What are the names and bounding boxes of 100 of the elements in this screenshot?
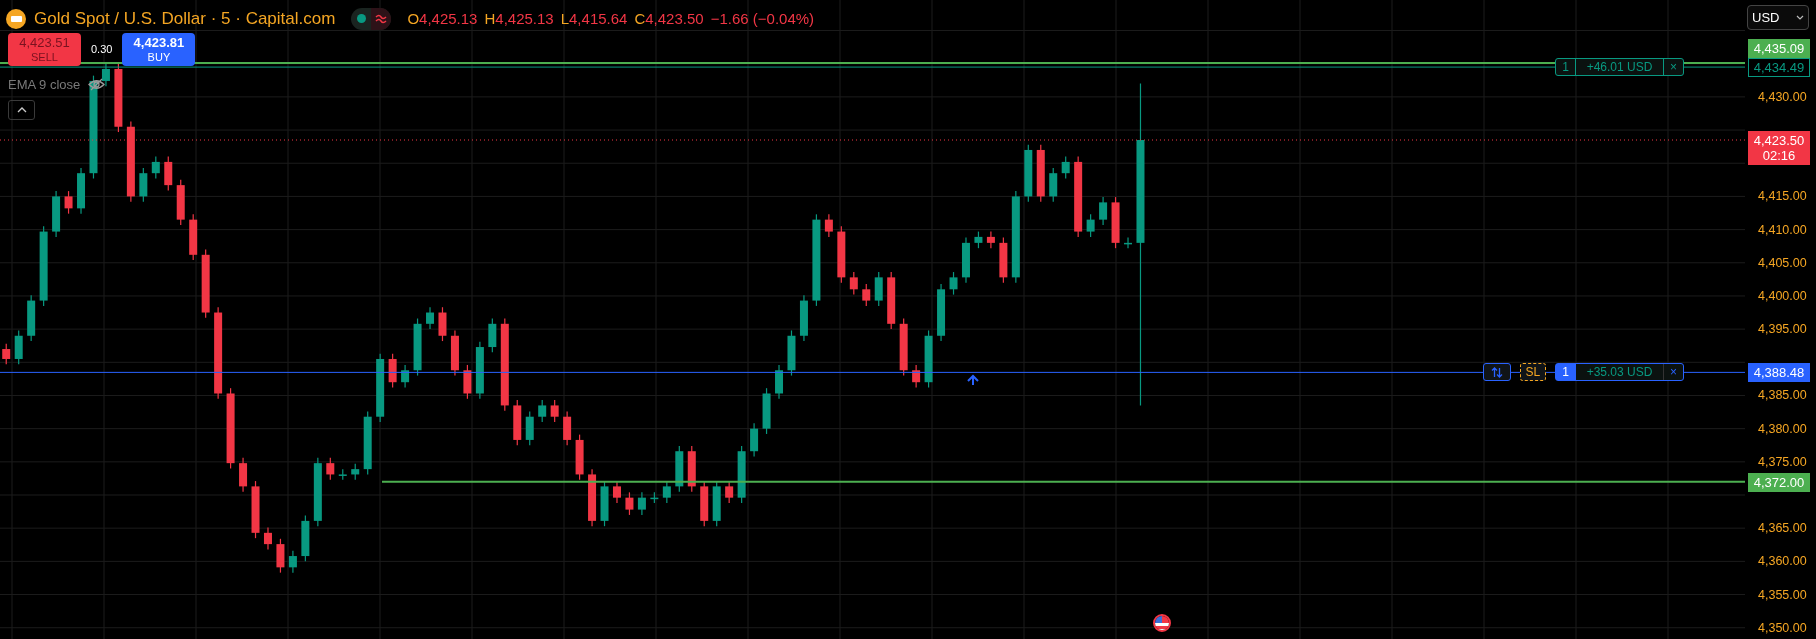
candle bbox=[463, 364, 472, 400]
candle bbox=[114, 63, 123, 133]
candle bbox=[912, 364, 921, 389]
candle bbox=[799, 294, 808, 342]
swap-arrows-icon bbox=[1490, 366, 1503, 378]
candle bbox=[588, 468, 597, 527]
candle bbox=[712, 480, 721, 527]
candle bbox=[139, 167, 148, 203]
candle bbox=[1099, 196, 1108, 226]
candle bbox=[1024, 144, 1033, 203]
candle bbox=[874, 271, 883, 307]
candle bbox=[575, 434, 584, 481]
candle bbox=[401, 364, 410, 389]
candle bbox=[313, 457, 322, 527]
candle bbox=[376, 353, 385, 423]
candle bbox=[351, 463, 360, 481]
candle bbox=[1086, 213, 1095, 238]
candle bbox=[899, 317, 908, 377]
coin-icon bbox=[6, 8, 26, 29]
candle bbox=[700, 480, 709, 527]
price-label: 4,435.09 bbox=[1748, 39, 1810, 59]
flag-icon bbox=[1153, 614, 1171, 632]
order-pnl: +35.03 USD bbox=[1576, 364, 1664, 381]
candle bbox=[189, 213, 198, 261]
sell-button[interactable]: 4,423.51 SELL bbox=[8, 33, 81, 66]
candle bbox=[64, 190, 73, 215]
candle bbox=[637, 491, 646, 516]
symbol-title: Gold Spot / U.S. Dollar · 5 · Capital.com bbox=[34, 8, 336, 30]
candle bbox=[837, 225, 846, 284]
candle bbox=[77, 167, 85, 215]
candle bbox=[650, 491, 659, 504]
candle bbox=[251, 480, 260, 539]
candle bbox=[164, 156, 173, 192]
axis-label: 4,385.00 bbox=[1758, 388, 1807, 403]
candle bbox=[264, 526, 272, 550]
candle bbox=[413, 317, 422, 377]
reverse-button[interactable] bbox=[1482, 363, 1511, 382]
indicator-label: EMA 9 close bbox=[8, 76, 81, 94]
order-pnl: +46.01 USD bbox=[1576, 59, 1664, 76]
axis-label: 4,365.00 bbox=[1758, 521, 1807, 536]
candle bbox=[450, 329, 459, 377]
ohlc-value: C4,423.50 bbox=[634, 8, 704, 29]
wave-icon bbox=[371, 7, 392, 30]
stop-loss-button[interactable]: SL bbox=[1519, 363, 1547, 382]
candle bbox=[101, 63, 110, 87]
candle bbox=[288, 550, 297, 574]
candle bbox=[338, 468, 347, 481]
axis-label: 4,375.00 bbox=[1758, 454, 1807, 469]
candle bbox=[737, 445, 746, 504]
candle bbox=[388, 353, 397, 389]
price-label: 4,423.50 02:16 bbox=[1748, 131, 1810, 165]
candle bbox=[550, 399, 559, 423]
candle bbox=[525, 410, 534, 446]
candle bbox=[488, 317, 497, 353]
chevron-down-icon bbox=[1796, 15, 1804, 20]
axis-label: 4,350.00 bbox=[1758, 620, 1807, 635]
buy-button[interactable]: 4,423.81 BUY bbox=[122, 33, 196, 66]
candle bbox=[363, 410, 372, 476]
candle bbox=[301, 515, 310, 562]
candle bbox=[949, 271, 958, 296]
axis-label: 4,360.00 bbox=[1758, 554, 1807, 569]
candle bbox=[999, 236, 1008, 284]
collapse-button[interactable] bbox=[8, 100, 35, 120]
spread-value: 0.30 bbox=[90, 42, 114, 58]
axis-label: 4,410.00 bbox=[1758, 222, 1807, 237]
currency-dropdown[interactable]: USD bbox=[1747, 5, 1809, 30]
candle bbox=[849, 271, 858, 296]
candle bbox=[974, 231, 983, 249]
candle bbox=[326, 457, 335, 481]
candle bbox=[176, 179, 185, 226]
candle bbox=[662, 480, 671, 504]
candle bbox=[824, 213, 833, 238]
hidden-eye-icon[interactable] bbox=[88, 78, 106, 92]
candle bbox=[475, 341, 484, 400]
axis-label: 4,355.00 bbox=[1758, 587, 1807, 602]
candle bbox=[239, 457, 248, 493]
price-label: 4,388.48 bbox=[1748, 363, 1810, 383]
candle bbox=[2, 343, 11, 365]
order-quantity: 1 bbox=[1556, 364, 1576, 381]
candle bbox=[986, 231, 995, 249]
order-quantity: 1 bbox=[1556, 59, 1576, 76]
close-button[interactable]: × bbox=[1664, 59, 1683, 76]
candle bbox=[1049, 167, 1058, 203]
candle bbox=[426, 306, 434, 330]
candle bbox=[600, 480, 609, 527]
candle bbox=[1061, 156, 1070, 180]
candle bbox=[862, 283, 871, 307]
ohlc-value: H4,425.13 bbox=[484, 8, 554, 29]
ohlc-value: O4,425.13 bbox=[407, 8, 478, 29]
candle bbox=[276, 538, 285, 574]
candle bbox=[1111, 196, 1120, 249]
close-button[interactable]: × bbox=[1664, 364, 1683, 381]
candle bbox=[762, 387, 771, 435]
candle bbox=[538, 399, 547, 423]
price-label: 4,434.49 bbox=[1748, 58, 1810, 78]
candle bbox=[201, 248, 210, 319]
candle bbox=[937, 283, 946, 342]
candle bbox=[14, 329, 23, 365]
candle bbox=[625, 491, 634, 516]
candle bbox=[687, 445, 696, 493]
